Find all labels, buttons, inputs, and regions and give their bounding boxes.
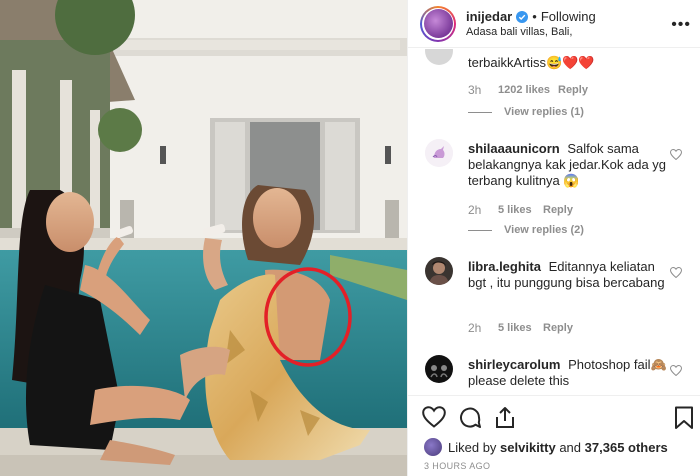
more-options-icon[interactable]: •••: [671, 16, 691, 34]
heart-icon[interactable]: [422, 406, 446, 433]
view-replies-button[interactable]: View replies (1): [468, 106, 584, 118]
post-header: inijedar • Following Adasa bali villas, …: [408, 0, 700, 48]
liked-by-count[interactable]: 37,365 others: [585, 440, 668, 455]
comment-likes[interactable]: 5 likes: [498, 322, 543, 334]
comment-likes[interactable]: 5 likes: [498, 204, 543, 216]
share-icon[interactable]: [494, 406, 516, 435]
view-replies-label: View replies (1): [504, 106, 584, 118]
comment-text: terbaikkArtiss😅❤️❤️: [468, 55, 595, 70]
comment-like-heart-icon[interactable]: [669, 363, 683, 381]
comment-username[interactable]: libra.leghita: [468, 259, 541, 274]
comment-avatar[interactable]: [425, 139, 453, 167]
unicorn-avatar-icon: [425, 139, 453, 167]
comment-icon[interactable]: [458, 406, 482, 435]
post-actions-bar: Liked by selvikitty and 37,365 others 3 …: [408, 395, 700, 476]
follow-status[interactable]: Following: [541, 9, 596, 24]
comment-like-heart-icon[interactable]: [669, 265, 683, 283]
post-photo-illustration: [0, 0, 407, 476]
liked-by-user[interactable]: selvikitty: [500, 440, 556, 455]
post-photo[interactable]: [0, 0, 407, 476]
post-side-panel: inijedar • Following Adasa bali villas, …: [407, 0, 700, 476]
comment-avatar[interactable]: [425, 355, 453, 383]
comments-list[interactable]: terbaikkArtiss😅❤️❤️ 3h 1202 likes Reply …: [408, 49, 700, 395]
post-location[interactable]: Adasa bali villas, Bali,: [466, 26, 596, 38]
liked-by-row: Liked by selvikitty and 37,365 others: [424, 438, 668, 456]
comment-like-heart-icon[interactable]: [669, 147, 683, 165]
view-replies-button[interactable]: View replies (2): [468, 224, 584, 236]
comment-reply-button[interactable]: Reply: [543, 322, 573, 334]
comment-avatar[interactable]: [425, 49, 453, 65]
comment-username[interactable]: shilaaaunicorn: [468, 141, 560, 156]
bookmark-icon[interactable]: [674, 406, 694, 435]
verified-badge-icon: [516, 10, 529, 23]
comment-username[interactable]: shirleycarolum: [468, 357, 561, 372]
liked-by-avatar[interactable]: [424, 438, 442, 456]
comment-time[interactable]: 2h: [468, 203, 498, 217]
comment-avatar[interactable]: [425, 257, 453, 285]
comment-time[interactable]: 3h: [468, 83, 498, 97]
comment-time[interactable]: 2h: [468, 321, 498, 335]
liked-by-joiner: and: [559, 439, 582, 455]
profile-avatar[interactable]: [420, 5, 456, 42]
liked-by-prefix: Liked by: [448, 439, 497, 455]
post-username[interactable]: inijedar: [466, 9, 512, 24]
comment-reply-button[interactable]: Reply: [543, 204, 573, 216]
view-replies-label: View replies (2): [504, 224, 584, 236]
post-timestamp[interactable]: 3 HOURS AGO: [424, 461, 490, 471]
separator-dot: •: [532, 9, 537, 24]
comment-reply-button[interactable]: Reply: [558, 84, 588, 96]
comment-likes[interactable]: 1202 likes: [498, 84, 558, 96]
